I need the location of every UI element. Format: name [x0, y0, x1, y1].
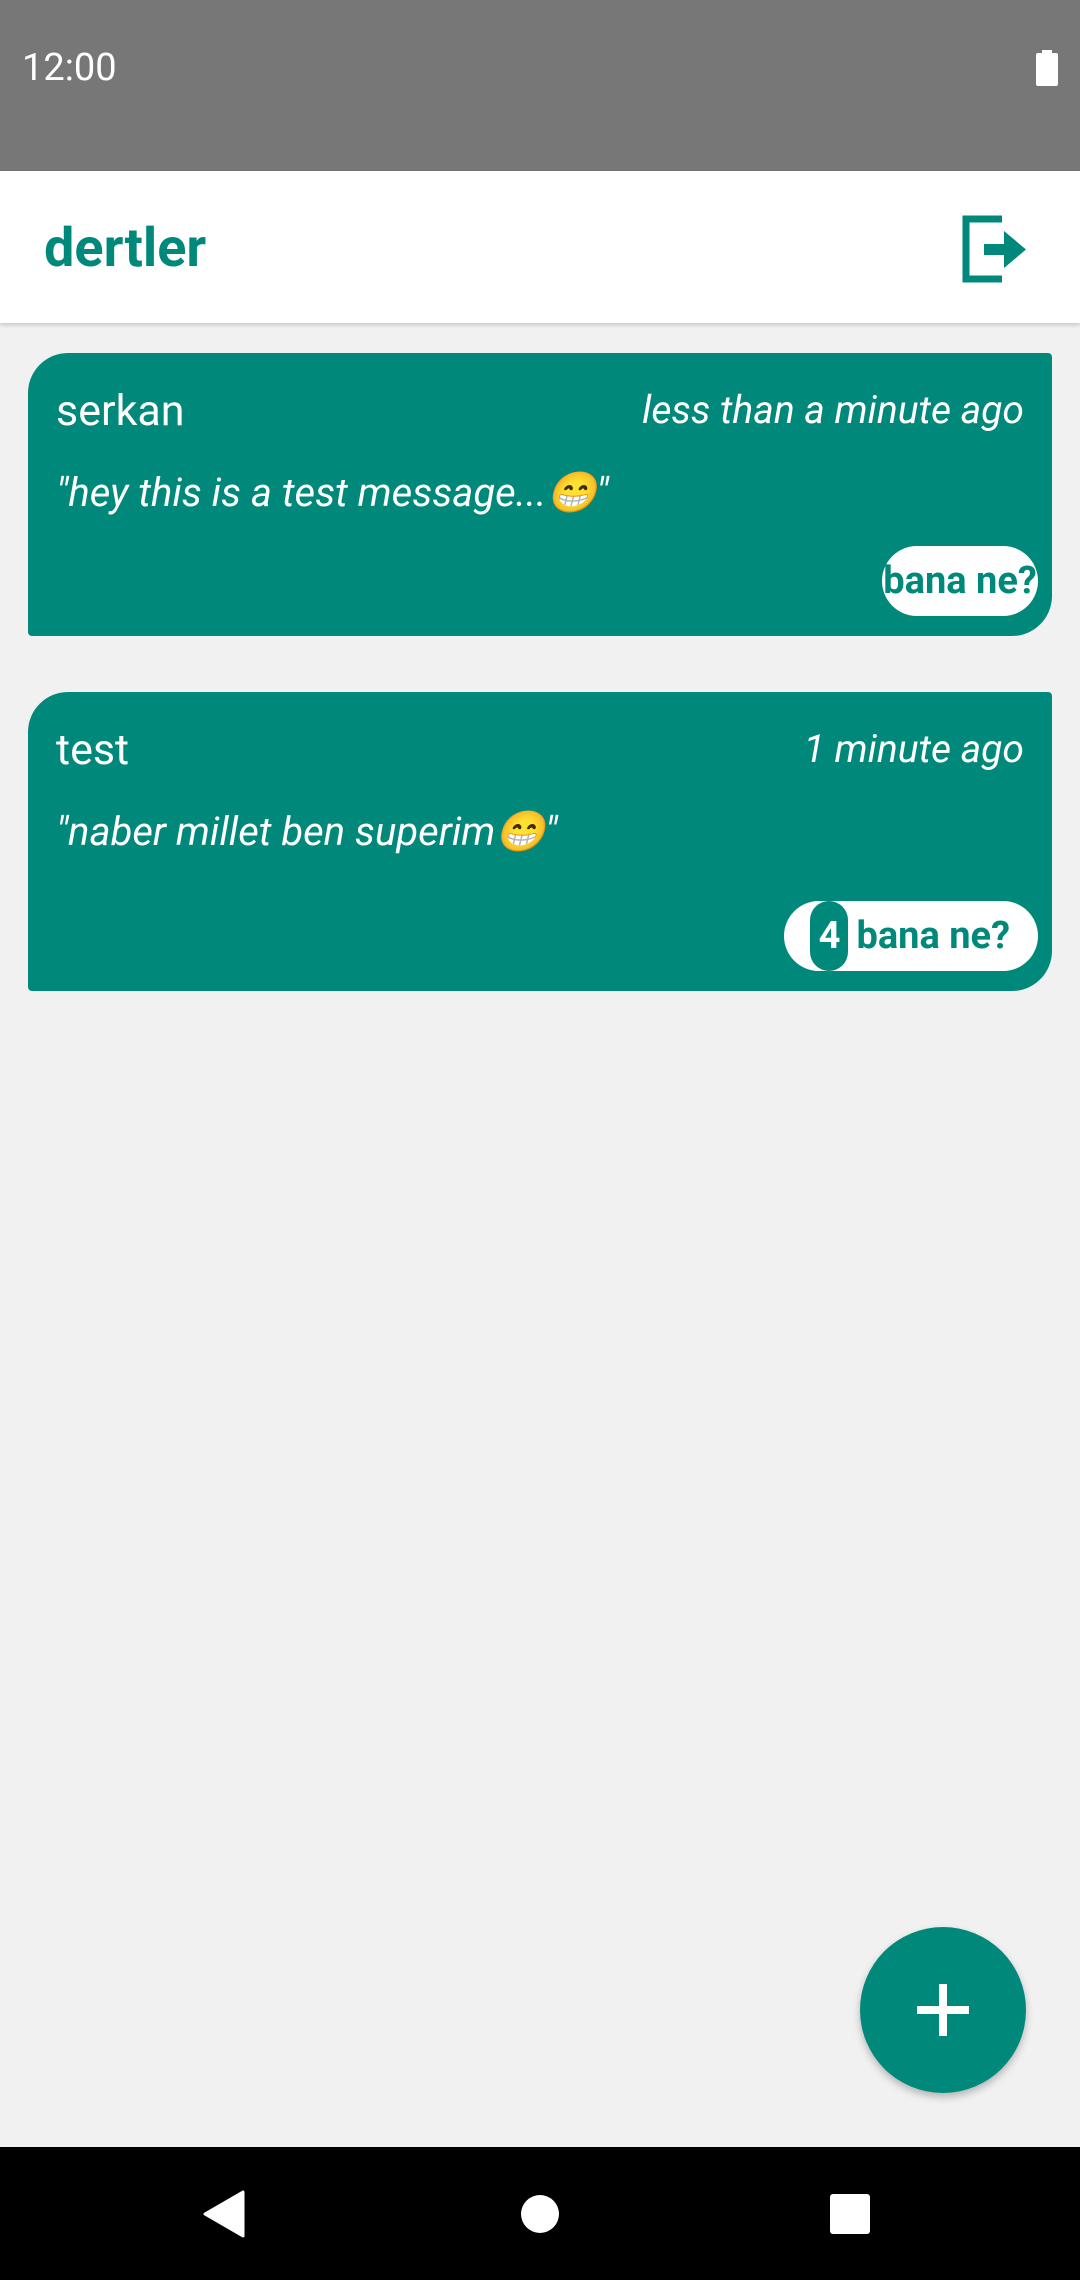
- post-card: test 1 minute ago "naber millet ben supe…: [28, 692, 1052, 991]
- recents-button[interactable]: [760, 2147, 940, 2280]
- post-time: less than a minute ago: [642, 387, 1024, 433]
- status-bar: 12:00: [0, 0, 1080, 171]
- post-card: serkan less than a minute ago "hey this …: [28, 353, 1052, 636]
- reaction-label: bana ne?: [883, 559, 1037, 603]
- post-message: "naber millet ben superim😁": [56, 808, 558, 855]
- recents-square-icon: [830, 2193, 870, 2234]
- post-time: 1 minute ago: [803, 726, 1024, 772]
- plus-icon: [917, 1984, 969, 2036]
- home-button[interactable]: [450, 2147, 630, 2280]
- reaction-button[interactable]: 4 bana ne?: [784, 901, 1038, 971]
- reaction-button[interactable]: bana ne?: [882, 546, 1038, 616]
- add-post-button[interactable]: [860, 1927, 1026, 2093]
- app-bar: dertler: [0, 171, 1080, 323]
- post-author: serkan: [56, 386, 185, 436]
- back-triangle-icon: [203, 2190, 245, 2237]
- logout-button[interactable]: [956, 211, 1032, 287]
- post-author: test: [56, 725, 130, 775]
- battery-full-icon: [1036, 50, 1058, 86]
- navigation-bar: [0, 2147, 1080, 2280]
- reaction-label: bana ne?: [856, 914, 1010, 958]
- back-button[interactable]: [135, 2147, 315, 2280]
- reaction-count-badge: 4: [810, 901, 849, 971]
- logout-icon: [962, 215, 1026, 283]
- post-message: "hey this is a test message...😁": [56, 469, 609, 516]
- status-time: 12:00: [22, 46, 117, 90]
- app-title: dertler: [44, 217, 207, 280]
- home-circle-icon: [521, 2194, 559, 2233]
